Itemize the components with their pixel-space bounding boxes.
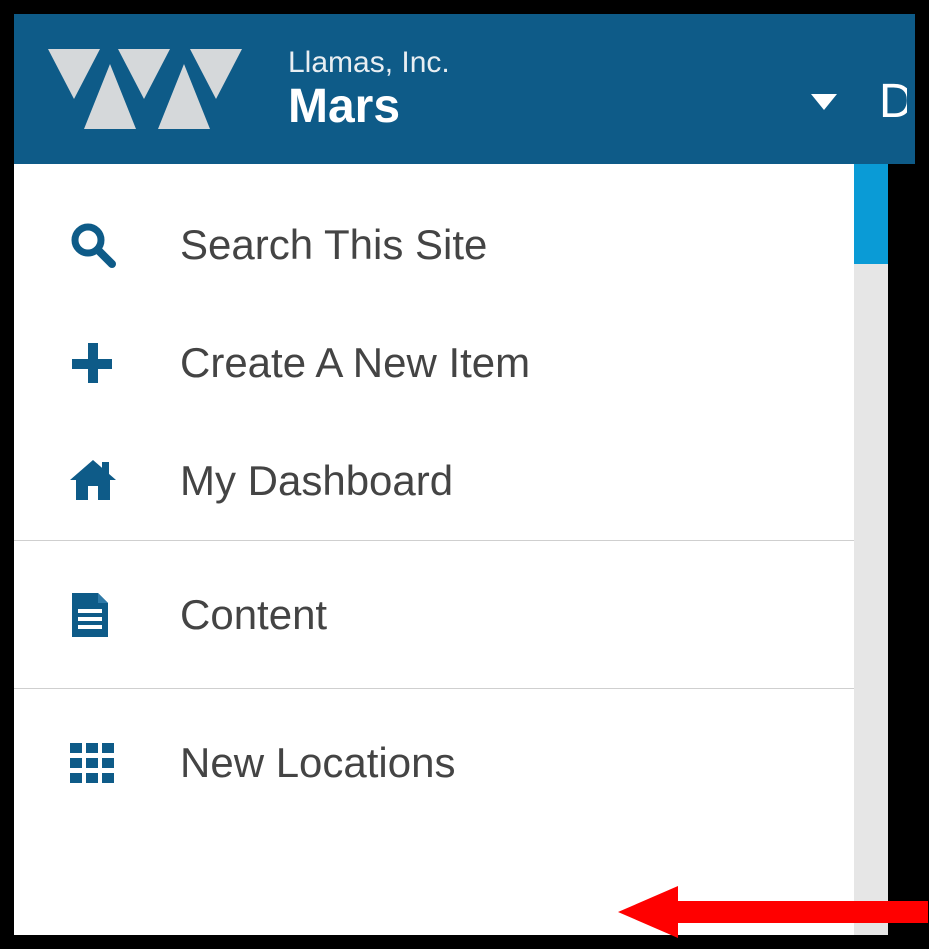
accent-bar [854,164,888,264]
document-icon [70,591,130,639]
app-header: Llamas, Inc. Mars D [14,14,915,164]
annotation-arrow-icon [618,882,928,947]
sidebar-panel: Search This Site Create A New Item [14,164,854,935]
site-name: Mars [288,81,450,134]
scroll-track[interactable] [854,264,888,935]
org-name: Llamas, Inc. [288,45,450,81]
sidebar-menu: Search This Site Create A New Item [14,164,854,836]
sidebar-item-dashboard[interactable]: My Dashboard [14,422,854,540]
sidebar-item-new-locations[interactable]: New Locations [14,688,854,836]
caret-down-icon[interactable] [811,94,837,115]
sidebar-item-label: My Dashboard [180,457,453,505]
sidebar-item-label: Create A New Item [180,339,530,387]
nav-item-truncated[interactable]: D [879,74,907,129]
app-logo [48,44,258,134]
sidebar-item-content[interactable]: Content [14,540,854,688]
site-selector[interactable]: Llamas, Inc. Mars [288,45,450,134]
plus-icon [70,341,130,385]
grid-icon [70,743,130,783]
home-icon [70,460,130,502]
sidebar-item-label: New Locations [180,739,455,787]
search-icon [70,222,130,268]
sidebar-item-label: Search This Site [180,221,487,269]
sidebar-item-label: Content [180,591,327,639]
sidebar-item-create[interactable]: Create A New Item [14,304,854,422]
sidebar-item-search[interactable]: Search This Site [14,186,854,304]
